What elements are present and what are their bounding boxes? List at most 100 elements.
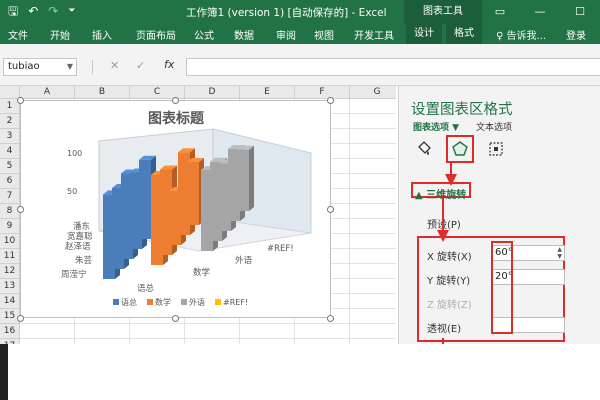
window-controls: ▭ — ☐ (480, 0, 600, 24)
resize-handle[interactable] (172, 97, 179, 104)
pane-title: 设置图表区格式 (411, 102, 513, 118)
resize-handle[interactable] (327, 206, 334, 213)
worksheet-grid[interactable]: ABCDEFG 1234567891011121314151617 图表标题10… (0, 86, 396, 344)
bar-front (187, 162, 199, 225)
bar-front (237, 149, 249, 211)
effects-pentagon-icon[interactable] (446, 135, 474, 163)
y-tick-label: 100 (67, 149, 82, 158)
resize-handle[interactable] (327, 97, 334, 104)
spinner-arrows-icon[interactable]: ▲ ▼ (557, 246, 562, 260)
chart-tools-label: 图表工具 (404, 0, 482, 24)
column-header[interactable]: A (20, 86, 75, 99)
select-all-corner[interactable] (0, 86, 20, 99)
customize-icon[interactable]: ⏷ (68, 3, 75, 19)
tab-page-layout[interactable]: 页面布局 (136, 27, 176, 42)
tab-review[interactable]: 审阅 (276, 27, 296, 42)
row-header[interactable]: 10 (0, 234, 20, 249)
column-header[interactable]: B (75, 86, 130, 99)
quick-access-toolbar: 🖫 ↶ ↷ ⏷ (8, 3, 76, 19)
pane-divider[interactable] (398, 86, 399, 344)
row-header[interactable]: 6 (0, 174, 20, 189)
row-header[interactable]: 16 (0, 324, 20, 339)
legend-label: 数学 (155, 297, 171, 307)
row-header[interactable]: 9 (0, 219, 20, 234)
section-3d-rotation[interactable]: ▲ 三维旋转 (415, 186, 466, 201)
legend-label: #REF! (223, 298, 248, 307)
legend-label: 外语 (189, 297, 205, 307)
chart-canvas: 图表标题10050潘东宽嘉聪赵泽语朱芸周滢宁语总数学外语#REF!语总 数学 外语 #… (61, 110, 312, 307)
category-axis-label: 数学 (193, 267, 211, 278)
ribbon-display-button[interactable]: ▭ (480, 0, 520, 24)
divider (92, 60, 93, 74)
row-header[interactable]: 4 (0, 144, 20, 159)
maximize-button[interactable]: ☐ (560, 0, 600, 24)
legend-swatch (215, 299, 221, 305)
legend-swatch (113, 299, 119, 305)
column-header[interactable]: E (240, 86, 295, 99)
column-header[interactable]: G (350, 86, 396, 99)
row-header[interactable]: 2 (0, 114, 20, 129)
row-header[interactable]: 5 (0, 159, 20, 174)
pane-tabs: 图表选项 ▼ 文本选项 (413, 120, 512, 133)
preset-label[interactable]: 预设(P) (427, 216, 461, 231)
tab-insert[interactable]: 插入 (92, 27, 112, 42)
row-header[interactable]: 7 (0, 189, 20, 204)
resize-handle[interactable] (327, 315, 334, 322)
depth-axis-label: 赵泽语 (65, 241, 91, 252)
tab-view[interactable]: 视图 (314, 27, 334, 42)
depth-axis-label: 潘东 (73, 221, 90, 232)
highlight-box (491, 241, 513, 334)
formula-input[interactable] (186, 58, 600, 76)
minimize-button[interactable]: — (520, 0, 560, 24)
dark-edge (0, 344, 8, 400)
x-rotation-label: X 旋转(X) (427, 252, 472, 263)
tell-me-search[interactable]: ♀ 告诉我... (496, 27, 546, 42)
tab-formulas[interactable]: 公式 (194, 27, 214, 42)
perspective-label: 透视(E) (427, 324, 462, 335)
z-rotation-label: Z 旋转(Z) (427, 300, 472, 311)
row-header[interactable]: 11 (0, 249, 20, 264)
resize-handle[interactable] (17, 315, 24, 322)
ribbon-tabs: 文件 开始 插入 页面布局 公式 数据 审阅 视图 开发工具 设计 格式 ♀ 告… (0, 24, 600, 44)
tab-file[interactable]: 文件 (8, 27, 28, 42)
tab-chart-options[interactable]: 图表选项 ▼ (413, 123, 459, 133)
tab-developer[interactable]: 开发工具 (354, 27, 394, 42)
enter-icon[interactable]: ✓ (136, 59, 145, 72)
gridline (20, 323, 396, 324)
resize-handle[interactable] (17, 97, 24, 104)
chart-area[interactable]: 图表标题 100 50 潘东 宽嘉聪 赵泽语 朱芸 周滢宁 语总 数学 外语 #REF! 语总 数学 外语 #… (20, 100, 331, 318)
tab-data[interactable]: 数据 (234, 27, 254, 42)
save-icon[interactable]: 🖫 (8, 3, 18, 19)
column-header[interactable]: D (185, 86, 240, 99)
tab-format[interactable]: 格式 (446, 24, 482, 44)
format-chart-area-pane: 设置图表区格式 图表选项 ▼ 文本选项 ▲ 三维旋转 预设(P) X 旋转(X) (398, 86, 600, 344)
pane-icon-row (413, 135, 507, 163)
chevron-down-icon[interactable]: ▼ (67, 59, 73, 75)
redo-icon[interactable]: ↷ (48, 3, 58, 19)
resize-handle[interactable] (172, 315, 179, 322)
row-header[interactable]: 12 (0, 264, 20, 279)
name-box[interactable]: tubiao ▼ (3, 58, 77, 76)
sheet-bottom-area (0, 344, 396, 400)
tab-design[interactable]: 设计 (406, 24, 442, 44)
legend-label: 语总 (121, 297, 137, 307)
legend-swatch (147, 299, 153, 305)
row-header[interactable]: 3 (0, 129, 20, 144)
row-header[interactable]: 13 (0, 279, 20, 294)
legend-swatch (181, 299, 187, 305)
row-header[interactable]: 14 (0, 294, 20, 309)
fill-line-icon[interactable] (413, 138, 435, 160)
formula-bar-area: tubiao ▼ ✕ ✓ fx (0, 44, 600, 86)
tab-text-options[interactable]: 文本选项 (476, 123, 512, 133)
category-axis-label: 语总 (137, 283, 155, 294)
tab-home[interactable]: 开始 (50, 27, 70, 42)
undo-icon[interactable]: ↶ (28, 3, 38, 19)
column-header[interactable]: F (295, 86, 350, 99)
category-axis-label: 外语 (235, 255, 253, 266)
resize-handle[interactable] (17, 206, 24, 213)
depth-axis-label: 周滢宁 (61, 269, 87, 280)
insert-function-icon[interactable]: fx (164, 58, 174, 71)
login-link[interactable]: 登录 (566, 27, 586, 42)
size-properties-icon[interactable] (485, 138, 507, 160)
cancel-icon[interactable]: ✕ (110, 59, 119, 72)
